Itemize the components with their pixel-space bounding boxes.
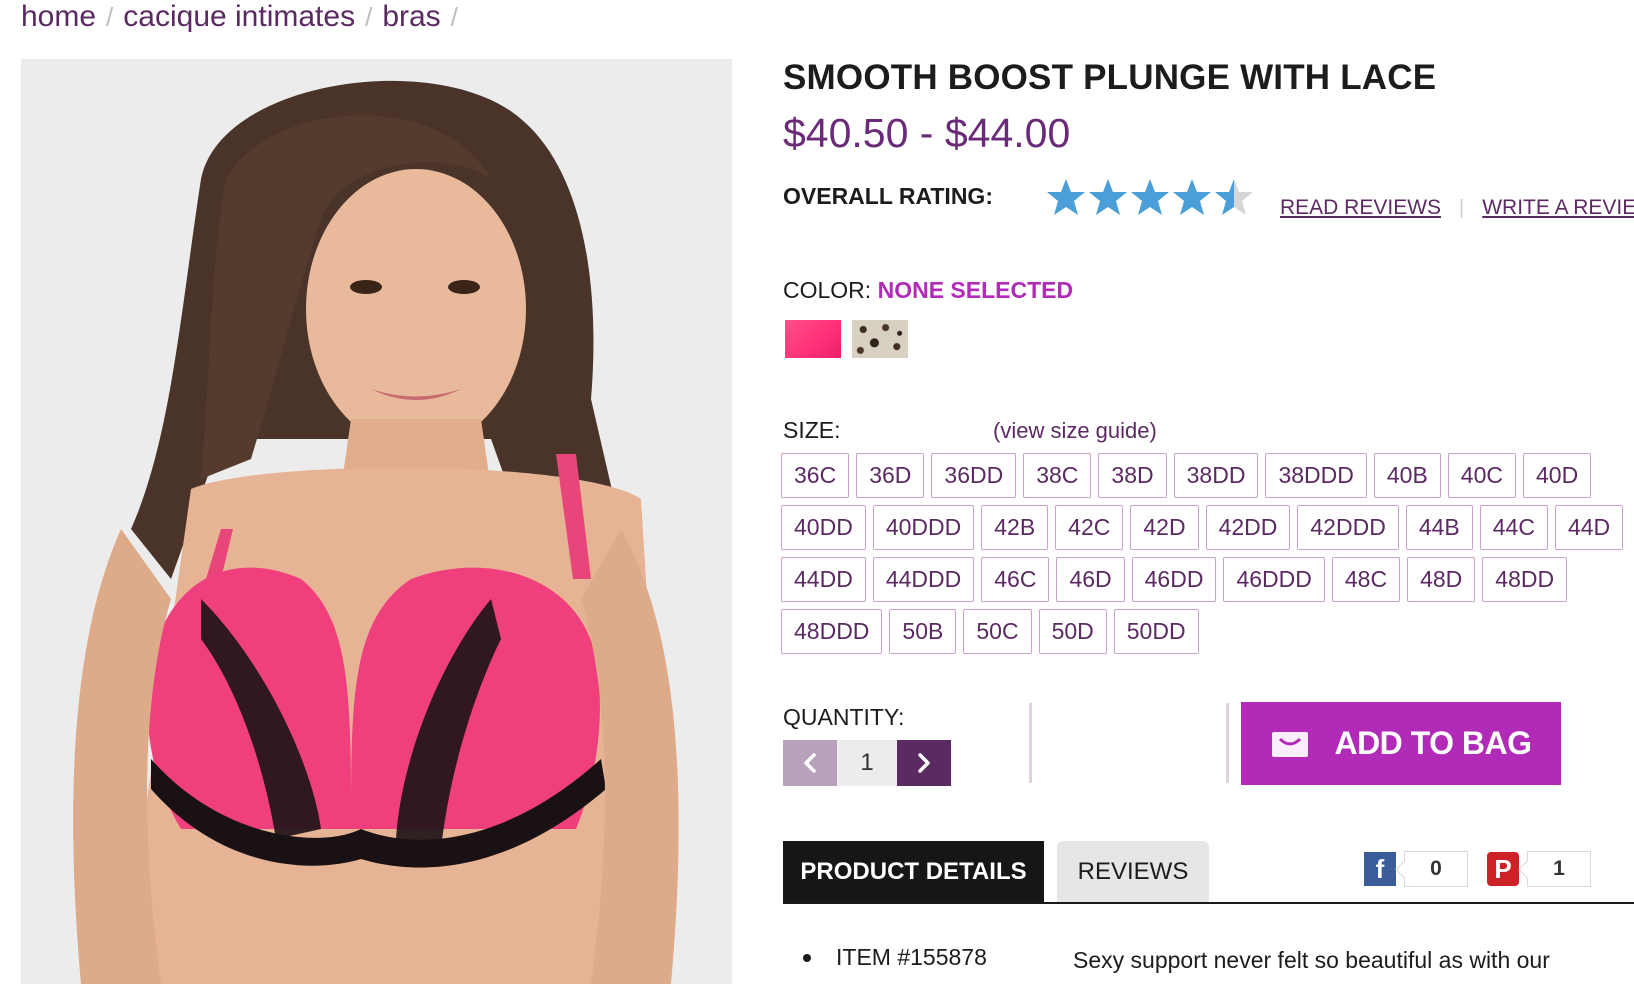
size-option[interactable]: 40C (1447, 453, 1516, 498)
breadcrumb: home / cacique intimates / bras / (21, 0, 468, 34)
add-to-bag-button[interactable]: ADD TO BAG (1241, 702, 1561, 785)
size-option[interactable]: 40D (1523, 453, 1592, 498)
item-number-text: ITEM #155878 (836, 944, 987, 970)
facebook-icon[interactable]: f (1364, 852, 1396, 886)
chevron-right-icon (918, 753, 930, 773)
size-option[interactable]: 50C (963, 609, 1032, 654)
size-option[interactable]: 36D (856, 453, 925, 498)
size-option[interactable]: 48C (1331, 557, 1401, 602)
size-option[interactable]: 44DDD (872, 557, 975, 602)
quantity-decrement-button[interactable] (783, 740, 837, 786)
pinterest-share: P 1 (1487, 851, 1591, 887)
quantity-increment-button[interactable] (897, 740, 951, 786)
empty-bracket-area (1029, 703, 1229, 783)
size-option[interactable]: 38D (1098, 453, 1167, 498)
size-row: 48DDD 50B 50C 50D 50DD (781, 609, 1621, 654)
star-icon (1089, 179, 1127, 215)
size-option[interactable]: 48D (1407, 557, 1476, 602)
star-icon (1173, 179, 1211, 215)
breadcrumb-separator: / (365, 2, 373, 32)
size-option[interactable]: 48DD (1482, 557, 1568, 602)
size-option[interactable]: 46D (1056, 557, 1125, 602)
shopping-bag-icon (1272, 731, 1309, 757)
product-title: SMOOTH BOOST PLUNGE WITH LACE (783, 58, 1437, 97)
size-option[interactable]: 42DD (1205, 505, 1291, 550)
overall-rating-label: OVERALL RATING: (783, 183, 993, 209)
size-option[interactable]: 50B (889, 609, 957, 654)
review-links-separator: | (1459, 196, 1465, 219)
size-option[interactable]: 40DD (781, 505, 866, 550)
size-row: 36C 36D 36DD 38C 38D 38DD 38DDD 40B 40C … (781, 453, 1621, 498)
color-selection: COLOR: NONE SELECTED (783, 277, 1073, 304)
product-photo[interactable] (21, 59, 732, 984)
color-swatch-pink[interactable] (785, 320, 841, 358)
size-grid: 36C 36D 36DD 38C 38D 38DD 38DDD 40B 40C … (781, 453, 1624, 661)
product-description: Sexy support never felt so beautiful as … (1073, 947, 1550, 973)
star-rating (1047, 179, 1253, 215)
size-option[interactable]: 44D (1554, 505, 1624, 550)
quantity-input[interactable] (837, 740, 897, 786)
read-reviews-link[interactable]: READ REVIEWS (1280, 196, 1441, 220)
size-option[interactable]: 42B (981, 505, 1049, 550)
size-option[interactable]: 50DD (1113, 609, 1199, 654)
bullet-icon (803, 953, 811, 962)
pinterest-icon[interactable]: P (1487, 852, 1519, 886)
size-option[interactable]: 36C (781, 453, 850, 498)
size-option[interactable]: 40DDD (872, 505, 975, 550)
size-label: SIZE: (783, 417, 841, 443)
size-option[interactable]: 46C (981, 557, 1050, 602)
tab-product-details[interactable]: PRODUCT DETAILS (783, 841, 1044, 903)
size-option[interactable]: 50D (1038, 609, 1107, 654)
size-option[interactable]: 38DD (1173, 453, 1259, 498)
write-review-link[interactable]: WRITE A REVIEW (1482, 196, 1634, 220)
tab-reviews[interactable]: REVIEWS (1057, 841, 1209, 903)
size-option[interactable]: 36DD (931, 453, 1017, 498)
star-half-icon (1215, 179, 1253, 215)
item-number: ITEM #155878 (803, 944, 987, 971)
product-photo-illustration (21, 59, 732, 984)
facebook-share-count: 0 (1404, 851, 1468, 887)
size-option[interactable]: 42C (1055, 505, 1124, 550)
tabs-divider (783, 902, 1634, 904)
size-option[interactable]: 42D (1130, 505, 1199, 550)
quantity-label: QUANTITY: (783, 704, 905, 730)
product-price: $40.50 - $44.00 (783, 110, 1071, 156)
chevron-left-icon (804, 753, 816, 773)
size-option[interactable]: 40B (1373, 453, 1441, 498)
breadcrumb-home[interactable]: home (21, 2, 96, 32)
breadcrumb-separator: / (450, 2, 458, 32)
size-row: 44DD 44DDD 46C 46D 46DD 46DDD 48C 48D 48… (781, 557, 1621, 602)
star-icon (1047, 179, 1085, 215)
size-guide-link[interactable]: (view size guide) (993, 418, 1157, 444)
color-swatch-leopard[interactable] (852, 320, 908, 358)
size-row: 40DD 40DDD 42B 42C 42D 42DD 42DDD 44B 44… (781, 505, 1624, 550)
size-option[interactable]: 46DD (1131, 557, 1217, 602)
size-option[interactable]: 38C (1023, 453, 1092, 498)
breadcrumb-cacique-intimates[interactable]: cacique intimates (123, 2, 355, 32)
size-option[interactable]: 44C (1479, 505, 1548, 550)
size-option[interactable]: 46DDD (1223, 557, 1325, 602)
add-to-bag-label: ADD TO BAG (1334, 725, 1532, 761)
size-option[interactable]: 42DDD (1297, 505, 1399, 550)
breadcrumb-bras[interactable]: bras (382, 2, 440, 32)
size-option[interactable]: 44DD (781, 557, 866, 602)
review-links: READ REVIEWS | WRITE A REVIEW (1280, 196, 1634, 220)
facebook-share: f 0 (1364, 851, 1468, 887)
size-option[interactable]: 48DDD (781, 609, 883, 654)
breadcrumb-separator: / (106, 2, 114, 32)
star-icon (1131, 179, 1169, 215)
size-option[interactable]: 44B (1405, 505, 1473, 550)
color-selected-value: NONE SELECTED (877, 277, 1074, 303)
color-label: COLOR: (783, 277, 872, 303)
pinterest-share-count: 1 (1527, 851, 1591, 887)
size-option[interactable]: 38DDD (1265, 453, 1367, 498)
